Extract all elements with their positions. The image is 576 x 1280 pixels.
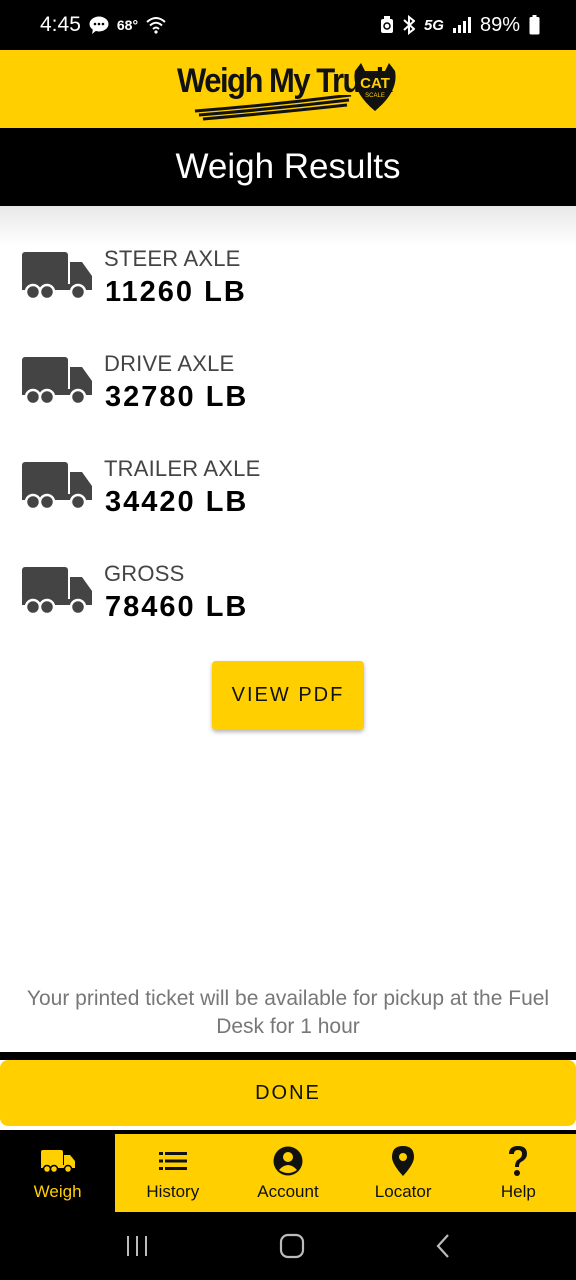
result-row-steer-axle: STEER AXLE 11260 LB — [0, 236, 576, 341]
recent-apps-icon[interactable] — [125, 1235, 149, 1257]
badge-subtext: SCALE — [365, 93, 385, 99]
nav-label: Help — [500, 1182, 536, 1201]
back-icon[interactable] — [435, 1233, 451, 1259]
network-type: 5G — [423, 16, 444, 34]
result-label: STEER AXLE — [104, 246, 241, 271]
question-mark-icon — [506, 1144, 530, 1178]
status-time: 4:45 — [40, 13, 81, 36]
truck-icon — [40, 1144, 75, 1178]
wifi-icon — [146, 16, 166, 34]
done-band — [0, 1052, 576, 1060]
truck-icon — [22, 567, 92, 616]
result-value: 32780 LB — [105, 381, 249, 413]
weigh-my-truck-logo: Weigh My Truck CAT SCALE — [177, 57, 399, 121]
home-icon[interactable] — [279, 1233, 305, 1259]
truck-icon — [22, 462, 92, 511]
signal-icon — [452, 17, 471, 33]
battery-icon — [529, 15, 540, 35]
battery-percent: 89% — [479, 13, 520, 36]
system-nav-bar — [0, 1212, 576, 1280]
message-icon — [89, 16, 109, 34]
nav-item-locator[interactable]: Locator — [346, 1134, 461, 1212]
nav-label: History — [146, 1182, 200, 1201]
result-value: 78460 LB — [105, 591, 249, 623]
weigh-results-list: STEER AXLE 11260 LB DRIVE AXLE 32780 LB … — [0, 236, 576, 656]
location-pin-icon — [392, 1144, 415, 1178]
nav-label: Locator — [374, 1182, 432, 1201]
view-pdf-button[interactable]: VIEW PDF — [212, 661, 364, 730]
cat-scale-badge: CAT SCALE — [351, 61, 399, 113]
title-bar: Weigh Results — [0, 128, 576, 206]
result-row-drive-axle: DRIVE AXLE 32780 LB — [0, 341, 576, 446]
brand-header: Weigh My Truck CAT SCALE — [0, 50, 576, 128]
recycle-icon — [380, 16, 394, 34]
result-value: 11260 LB — [105, 276, 247, 308]
page-title: Weigh Results — [175, 147, 401, 186]
result-label: DRIVE AXLE — [104, 351, 235, 376]
bluetooth-icon — [403, 15, 415, 35]
account-circle-icon — [273, 1144, 303, 1178]
done-button[interactable]: DONE — [0, 1060, 576, 1126]
nav-item-weigh[interactable]: Weigh — [0, 1134, 116, 1212]
logo-swoosh-icon — [194, 95, 352, 121]
result-row-trailer-axle: TRAILER AXLE 34420 LB — [0, 446, 576, 551]
status-temperature: 68° — [116, 17, 139, 33]
list-icon — [158, 1144, 187, 1178]
result-label: TRAILER AXLE — [104, 456, 261, 481]
result-label: GROSS — [104, 561, 185, 586]
bottom-nav: Weigh History Account Locator Help — [0, 1130, 576, 1212]
nav-item-help[interactable]: Help — [461, 1134, 576, 1212]
truck-icon — [22, 357, 92, 406]
nav-label: Account — [257, 1182, 319, 1201]
truck-icon — [22, 252, 92, 301]
pickup-message: Your printed ticket will be available fo… — [26, 987, 550, 1038]
status-bar: 4:45 68° 5G 89% — [0, 0, 576, 50]
nav-label: Weigh — [33, 1182, 82, 1201]
badge-text: CAT — [360, 75, 390, 92]
result-value: 34420 LB — [105, 486, 249, 518]
result-row-gross: GROSS 78460 LB — [0, 551, 576, 656]
nav-item-account[interactable]: Account — [230, 1134, 345, 1212]
nav-item-history[interactable]: History — [115, 1134, 230, 1212]
